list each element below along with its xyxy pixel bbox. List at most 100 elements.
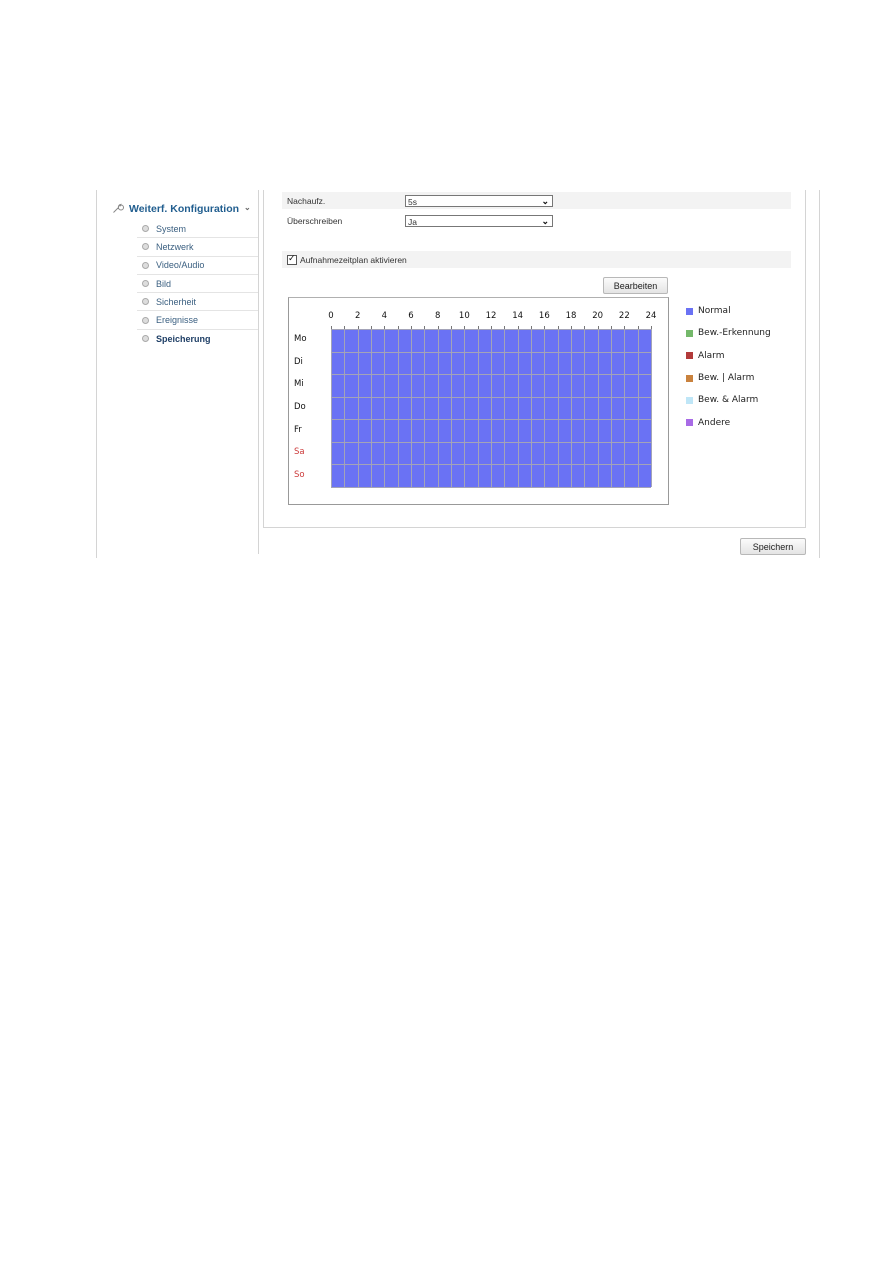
- grid-line-vertical: [571, 329, 572, 487]
- overwrite-label: Überschreiben: [287, 215, 343, 226]
- legend-label: Normal: [698, 306, 731, 317]
- legend-swatch: [686, 307, 693, 315]
- legend-swatch: [686, 329, 693, 337]
- sidebar-item-label: Netzwerk: [156, 241, 194, 252]
- legend-swatch: [686, 374, 693, 382]
- legend-label: Bew. & Alarm: [698, 395, 759, 406]
- grid-line-vertical: [624, 329, 626, 487]
- hour-tick-label: 12: [485, 311, 497, 321]
- grid-line-vertical: [584, 329, 586, 487]
- grid-line-vertical: [637, 329, 639, 487]
- day-label-di: Di: [294, 356, 303, 367]
- schedule-enable-label: Aufnahmezeitplan aktivieren: [300, 254, 407, 265]
- grid-line-vertical: [651, 329, 652, 487]
- legend-swatch: [686, 396, 693, 404]
- sidebar-item-label: Speicherung: [156, 333, 211, 344]
- sidebar-item-speicherung[interactable]: Speicherung: [137, 330, 258, 348]
- hour-tick-label: 0: [328, 311, 334, 321]
- sidebar-item-system[interactable]: System: [137, 220, 258, 239]
- sidebar-section-title: Weiterf. Konfiguration: [129, 203, 240, 215]
- overwrite-row: Überschreiben Ja ⌄: [282, 212, 791, 229]
- hour-tick-label: 24: [645, 311, 657, 321]
- hour-tick-label: 22: [618, 311, 630, 321]
- legend-item: Alarm: [686, 345, 771, 367]
- grid-line-vertical: [531, 329, 532, 487]
- bullet-icon: [142, 335, 149, 343]
- grid-line-horizontal: [331, 351, 651, 353]
- hour-tick: [651, 326, 652, 329]
- post-record-select[interactable]: 5s ⌄: [405, 194, 553, 207]
- day-label-mi: Mi: [294, 379, 304, 390]
- post-record-row: Nachaufz. 5s ⌄: [282, 192, 791, 209]
- hour-tick-label: 20: [592, 311, 604, 321]
- grid-line-vertical: [451, 329, 452, 487]
- sidebar-item-label: Ereignisse: [156, 315, 199, 326]
- schedule-enable-row: Aufnahmezeitplan aktivieren: [282, 251, 791, 268]
- day-label-sa: Sa: [294, 447, 305, 458]
- sidebar-item-netzwerk[interactable]: Netzwerk: [137, 238, 258, 257]
- hour-tick-label: 16: [538, 311, 550, 321]
- sidebar-item-bild[interactable]: Bild: [137, 275, 258, 294]
- grid-line-vertical: [384, 329, 386, 487]
- legend-label: Alarm: [698, 350, 725, 361]
- grid-line-vertical: [504, 329, 506, 487]
- day-label-so: So: [294, 469, 305, 480]
- wrench-icon: [112, 202, 124, 217]
- grid-line-vertical: [397, 329, 399, 487]
- bullet-icon: [142, 316, 149, 324]
- grid-line-vertical: [411, 329, 412, 487]
- chevron-down-icon: ⌄: [541, 195, 549, 206]
- overwrite-select[interactable]: Ja ⌄: [405, 214, 553, 227]
- day-label-mo: Mo: [294, 334, 307, 345]
- grid-line-vertical: [557, 329, 559, 487]
- grid-line-horizontal: [331, 374, 651, 376]
- grid-line-vertical: [331, 329, 332, 487]
- grid-line-vertical: [491, 329, 492, 487]
- schedule-grid[interactable]: [331, 326, 652, 488]
- edit-schedule-button[interactable]: Bearbeiten: [603, 277, 668, 294]
- legend-label: Andere: [698, 417, 731, 428]
- hour-tick-label: 4: [381, 311, 388, 321]
- legend-item: Normal: [686, 300, 771, 322]
- grid-line-horizontal: [331, 441, 651, 443]
- sidebar-divider: [258, 190, 259, 554]
- sidebar-item-label: Bild: [156, 278, 172, 289]
- hour-tick-label: 8: [434, 311, 441, 321]
- hour-tick-label: 18: [565, 311, 577, 321]
- sidebar-item-ereignisse[interactable]: Ereignisse: [137, 311, 258, 330]
- schedule-enable-checkbox[interactable]: [287, 253, 297, 265]
- schedule-legend: Normal Bew.-Erkennung Alarm Bew. | Alarm Bew…: [686, 300, 771, 434]
- sidebar-item-video-audio[interactable]: Video/Audio: [137, 257, 258, 275]
- day-label-do: Do: [294, 402, 306, 412]
- grid-line-vertical: [477, 329, 479, 487]
- hour-tick-label: 2: [354, 311, 361, 321]
- grid-line-vertical: [344, 329, 346, 487]
- sidebar-menu: System Netzwerk Video/Audio Bild Sicherheit E…: [137, 220, 258, 348]
- save-button[interactable]: Speichern: [740, 538, 806, 555]
- bullet-icon: [142, 225, 149, 233]
- grid-line-horizontal: [331, 329, 651, 330]
- grid-line-vertical: [464, 329, 466, 487]
- legend-swatch: [686, 419, 693, 427]
- outer-frame-right: [819, 190, 820, 558]
- legend-item: Bew. | Alarm: [686, 367, 771, 389]
- legend-item: Bew.-Erkennung: [686, 322, 771, 344]
- hour-tick-label: 14: [512, 311, 524, 321]
- bullet-icon: [142, 243, 149, 251]
- legend-item: Andere: [686, 411, 771, 433]
- legend-label: Bew. | Alarm: [698, 373, 755, 384]
- sidebar-item-label: Video/Audio: [156, 260, 205, 271]
- day-label-fr: Fr: [294, 424, 302, 435]
- grid-line-vertical: [597, 329, 599, 487]
- chevron-down-icon[interactable]: ⌄: [244, 203, 251, 212]
- legend-label: Bew.-Erkennung: [698, 328, 771, 339]
- legend-item: Bew. & Alarm: [686, 389, 771, 411]
- hour-tick-label: 6: [408, 311, 414, 321]
- sidebar-section-advanced-config[interactable]: Weiterf. Konfiguration ⌄: [112, 201, 252, 217]
- sidebar-item-label: Sicherheit: [156, 296, 197, 307]
- grid-line-vertical: [371, 329, 372, 487]
- sidebar-item-sicherheit[interactable]: Sicherheit: [137, 293, 258, 312]
- grid-line-horizontal: [331, 396, 651, 398]
- grid-line-vertical: [357, 329, 359, 487]
- grid-line-vertical: [424, 329, 426, 487]
